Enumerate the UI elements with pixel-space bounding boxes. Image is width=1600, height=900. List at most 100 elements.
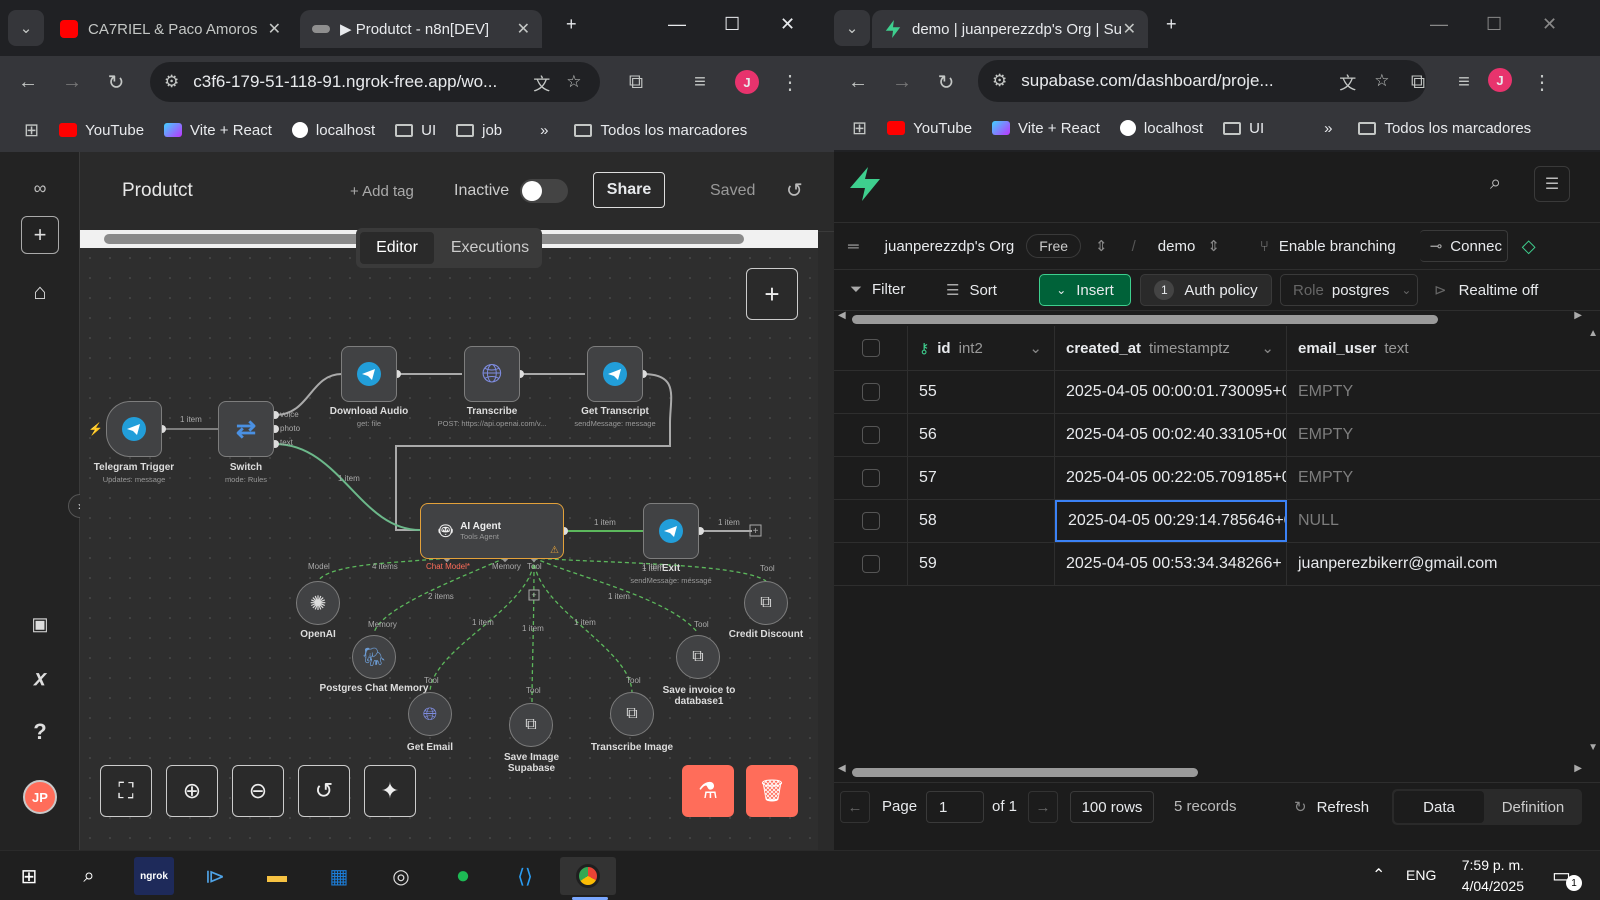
view-definition-tab[interactable]: Definition: [1486, 791, 1580, 823]
cell-email-user[interactable]: juanperezbikerr@gmail.com: [1287, 543, 1600, 585]
menu-icon[interactable]: ⋮: [1524, 70, 1560, 95]
prev-page-button[interactable]: ←: [840, 791, 870, 823]
cell-email-user[interactable]: EMPTY: [1287, 414, 1600, 456]
address-bar[interactable]: ⚙ c3f6-179-51-118-91.ngrok-free.app/wo..…: [150, 62, 600, 102]
node-postgres-memory[interactable]: 🐘︎: [352, 635, 396, 679]
row-checkbox[interactable]: [861, 426, 880, 444]
more-bookmarks-icon[interactable]: »: [1324, 120, 1332, 137]
insert-button[interactable]: ⌄ Insert: [1039, 274, 1131, 306]
apps-icon[interactable]: ⊞: [24, 120, 39, 141]
select-all-checkbox[interactable]: [861, 339, 880, 357]
powershell-icon[interactable]: ⧐: [196, 857, 234, 895]
tab-search-button[interactable]: ⌄: [8, 10, 44, 46]
more-bookmarks-icon[interactable]: »: [540, 122, 548, 139]
cell-created-at[interactable]: 2025-04-05 00:22:05.709185+0: [1055, 457, 1287, 499]
fit-view-button[interactable]: ⛶: [100, 765, 152, 817]
node-download-audio[interactable]: [341, 346, 397, 402]
bookmark-youtube[interactable]: YouTube: [59, 122, 144, 139]
extensions-icon[interactable]: ⧉: [1400, 71, 1436, 94]
scroll-down-icon[interactable]: ▼: [1588, 742, 1598, 753]
bookmark-localhost[interactable]: localhost: [291, 122, 375, 139]
cell-created-at[interactable]: 2025-04-05 00:53:34.348266+: [1055, 543, 1287, 585]
profile-avatar[interactable]: J: [1488, 68, 1512, 92]
add-node-button[interactable]: +: [746, 268, 798, 320]
table-row[interactable]: 56 2025-04-05 00:02:40.33105+00 EMPTY: [834, 414, 1600, 457]
auth-policy-button[interactable]: 1 Auth policy: [1140, 274, 1272, 306]
add-tag-button[interactable]: + Add tag: [350, 183, 414, 200]
translate-icon[interactable]: 文: [533, 70, 550, 95]
role-select[interactable]: Role postgres ⌄: [1280, 274, 1418, 306]
project-name[interactable]: demo: [1158, 238, 1196, 255]
vscode-icon[interactable]: ⟨⟩: [506, 857, 544, 895]
maximize-icon[interactable]: ☐: [1486, 14, 1502, 35]
media-icon[interactable]: ≡: [1446, 71, 1482, 94]
column-header-email-user[interactable]: email_user text: [1287, 326, 1600, 370]
tidy-up-button[interactable]: ✦: [364, 765, 416, 817]
windows-start-icon[interactable]: ⊞: [10, 857, 48, 895]
chrome-icon[interactable]: [560, 857, 616, 895]
chevron-updown-icon[interactable]: ⇕: [1207, 237, 1220, 255]
sort-button[interactable]: ☰ Sort: [946, 281, 997, 300]
profile-avatar[interactable]: J: [735, 70, 759, 94]
bookmark-job[interactable]: job: [456, 122, 502, 139]
forward-icon[interactable]: →: [54, 71, 90, 94]
tab-search-button[interactable]: ⌄: [834, 10, 870, 46]
scroll-left-icon[interactable]: ◀: [838, 310, 846, 321]
zoom-out-button[interactable]: ⊖: [232, 765, 284, 817]
table-row[interactable]: 59 2025-04-05 00:53:34.348266+ juanperez…: [834, 543, 1600, 586]
scroll-left-icon[interactable]: ◀: [838, 763, 846, 774]
reset-zoom-button[interactable]: ↺: [298, 765, 350, 817]
node-save-invoice[interactable]: ⧉: [676, 635, 720, 679]
site-info-icon[interactable]: ⚙: [992, 71, 1007, 91]
node-exit[interactable]: [643, 503, 699, 559]
tab-n8n[interactable]: ▶ Produtct - n8n[DEV] ✕: [300, 10, 542, 48]
minimize-icon[interactable]: —: [668, 14, 686, 35]
scrollbar-thumb[interactable]: [852, 768, 1198, 777]
apps-icon[interactable]: ⊞: [852, 118, 867, 139]
bookmark-star-icon[interactable]: ☆: [1374, 71, 1389, 91]
file-explorer-icon[interactable]: ▬: [258, 857, 296, 895]
active-toggle[interactable]: [520, 179, 568, 203]
row-select-cell[interactable]: [834, 543, 908, 585]
cell-created-at[interactable]: 2025-04-05 00:02:40.33105+00: [1055, 414, 1287, 456]
show-hidden-icons[interactable]: ⌃: [1372, 865, 1385, 885]
column-header-created-at[interactable]: created_at timestamptz ⌄: [1055, 326, 1287, 370]
connect-button[interactable]: ⊸ Connec: [1419, 230, 1508, 262]
node-telegram-trigger[interactable]: [106, 401, 162, 457]
bookmark-ui[interactable]: UI: [395, 122, 436, 139]
spotify-icon[interactable]: ●: [444, 857, 482, 895]
zoom-in-button[interactable]: ⊕: [166, 765, 218, 817]
menu-icon[interactable]: ⋮: [772, 70, 808, 95]
scrollbar-thumb[interactable]: [852, 315, 1438, 324]
search-icon[interactable]: ⌕: [70, 857, 108, 895]
n8n-logo-icon[interactable]: ∞: [20, 168, 60, 208]
node-get-email[interactable]: 🌐︎: [408, 692, 452, 736]
row-checkbox[interactable]: [861, 469, 880, 487]
bookmark-youtube[interactable]: YouTube: [887, 120, 972, 137]
trello-icon[interactable]: ▦: [320, 857, 358, 895]
page-input[interactable]: 1: [926, 791, 984, 823]
all-bookmarks[interactable]: Todos los marcadores: [1358, 120, 1531, 137]
tab-youtube[interactable]: CA7RIEL & Paco Amoroso ✕: [48, 10, 293, 48]
user-avatar[interactable]: JP: [23, 780, 57, 814]
close-tab-icon[interactable]: ✕: [268, 19, 281, 39]
refresh-button[interactable]: ↻ Refresh: [1294, 798, 1369, 817]
row-checkbox[interactable]: [861, 383, 880, 401]
enable-branching-button[interactable]: Enable branching: [1279, 238, 1396, 255]
node-get-transcript[interactable]: [587, 346, 643, 402]
ngrok-icon[interactable]: ngrok: [134, 857, 174, 895]
table-row[interactable]: 58 2025-04-05 00:29:14.785646+0 NULL: [834, 500, 1600, 543]
media-icon[interactable]: ≡: [682, 71, 718, 94]
maximize-icon[interactable]: ☐: [724, 14, 740, 35]
menu-icon[interactable]: ☰: [1534, 166, 1570, 202]
all-bookmarks[interactable]: Todos los marcadores: [574, 122, 747, 139]
select-all-cell[interactable]: [834, 326, 908, 370]
cell-email-user[interactable]: EMPTY: [1287, 371, 1600, 413]
cell-created-at[interactable]: 2025-04-05 00:00:01.730095+0: [1055, 371, 1287, 413]
delete-button[interactable]: 🗑︎: [746, 765, 798, 817]
share-button[interactable]: Share: [593, 172, 665, 208]
table-row[interactable]: 55 2025-04-05 00:00:01.730095+0 EMPTY: [834, 371, 1600, 414]
bookmark-vite[interactable]: Vite + React: [992, 120, 1100, 137]
add-icon[interactable]: +: [21, 216, 59, 254]
chevron-updown-icon[interactable]: ⇕: [1095, 237, 1108, 255]
